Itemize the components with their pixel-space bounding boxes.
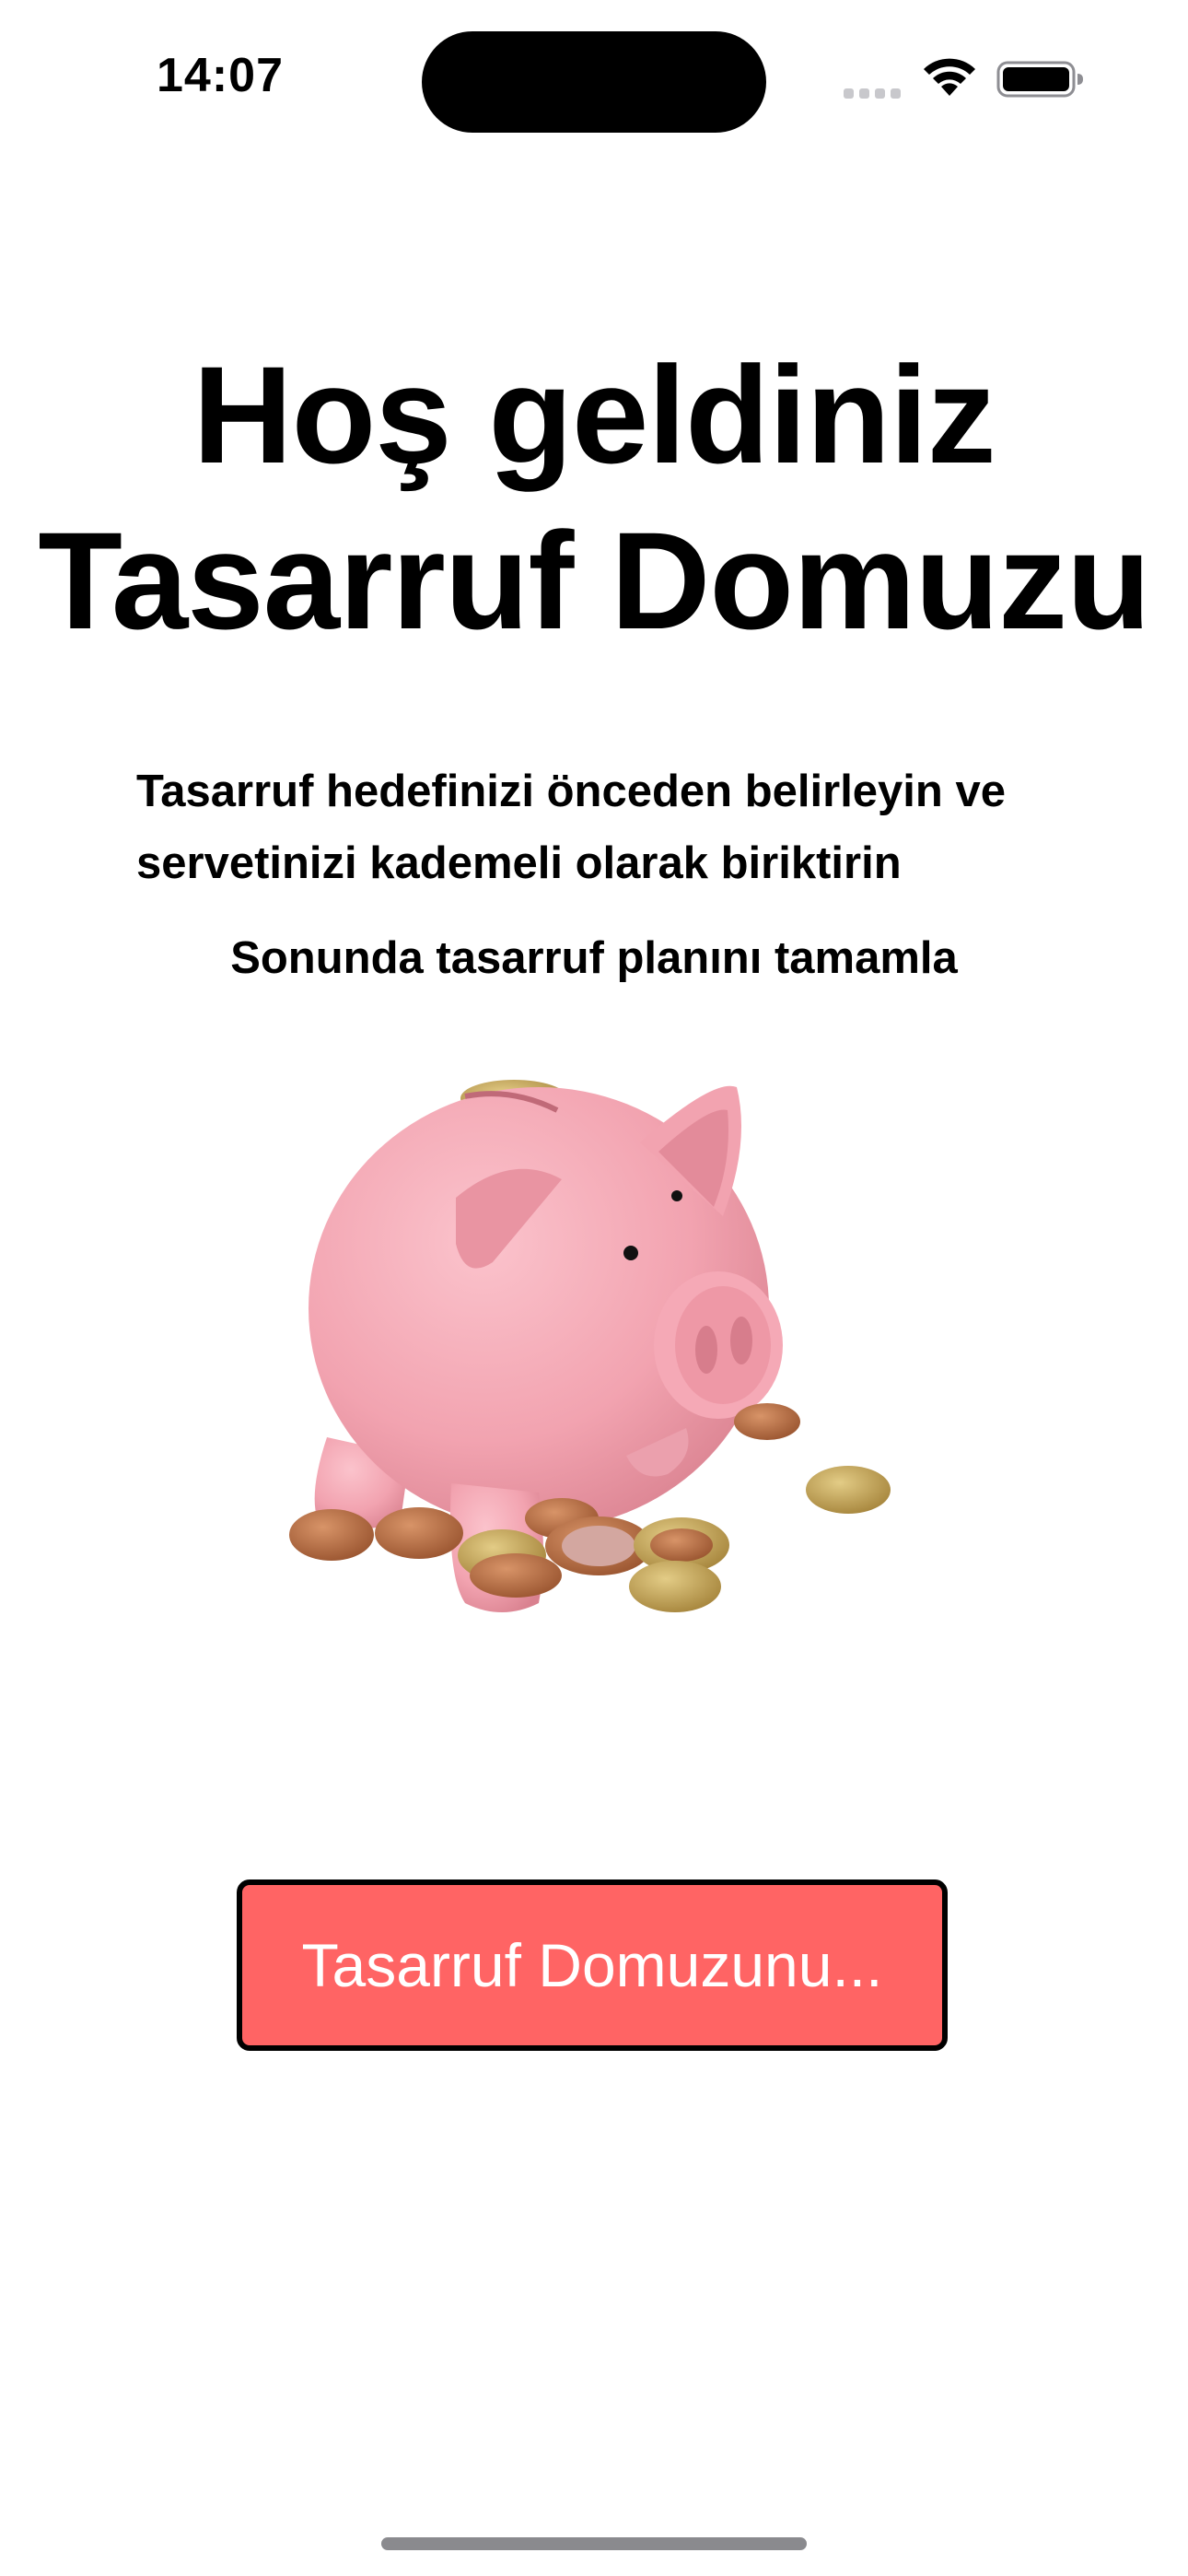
title-line-app-name: Tasarruf Domuzu [38,503,1150,658]
signal-icon [844,86,904,99]
title-line-welcome: Hoş geldiniz [192,337,996,492]
welcome-subtitle: Sonunda tasarruf planını tamamla [230,933,958,983]
create-piggy-bank-button[interactable]: Tasarruf Domuzunu... [237,1879,948,2051]
piggy-bank-icon [289,1080,891,1612]
wifi-icon [924,58,975,96]
status-bar: 14:07 [0,0,1188,157]
welcome-description: Tasarruf hedefinizi önceden belirleyin v… [136,767,1006,888]
page-title: Hoş geldiniz Tasarruf Domuzu [0,332,1188,663]
home-indicator[interactable] [381,2537,807,2550]
dynamic-island [422,31,766,133]
battery-icon [996,61,1083,98]
status-time: 14:07 [157,49,284,102]
